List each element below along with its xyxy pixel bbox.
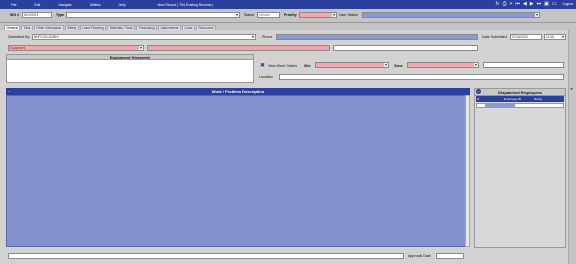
tab-bar: General Task Other Information Safety La… bbox=[0, 23, 576, 30]
menu-utilities[interactable]: Utilities bbox=[90, 3, 101, 7]
approval-date-field[interactable] bbox=[436, 253, 464, 259]
table-row[interactable] bbox=[476, 103, 564, 108]
menu-file[interactable]: File bbox=[11, 3, 16, 7]
view-work-orders-button[interactable]: View Work Orders bbox=[268, 64, 297, 68]
dispatched-employees-panel bbox=[474, 88, 566, 248]
last-record-icon[interactable]: ⏭ bbox=[537, 1, 542, 8]
delete-icon[interactable]: ✖ bbox=[477, 97, 480, 101]
first-record-icon[interactable]: ⏮ bbox=[515, 1, 520, 8]
date-submitted-field[interactable]: 07/16/2024 bbox=[510, 34, 542, 40]
approval-field[interactable] bbox=[8, 253, 404, 259]
zone-label: Zone bbox=[394, 64, 403, 68]
site-label: Site bbox=[304, 64, 311, 68]
status-field: Initiated bbox=[257, 12, 280, 18]
employee-id-column-header[interactable]: Employee ID bbox=[504, 97, 521, 101]
employee-id-cell[interactable] bbox=[485, 104, 515, 107]
wrench-icon[interactable]: ✖ bbox=[260, 62, 265, 69]
print-icon[interactable]: ⎙ bbox=[502, 1, 506, 8]
employees-table-header: ✖ Employee ID Name bbox=[476, 96, 564, 102]
next-record-icon[interactable]: ▶ bbox=[530, 1, 534, 8]
equipment-select[interactable]: Equipment bbox=[8, 45, 144, 51]
phone-field bbox=[276, 34, 478, 40]
logout-button[interactable]: Logout bbox=[563, 1, 573, 8]
prev-record-icon[interactable]: ◀ bbox=[523, 1, 527, 8]
status-label: Status bbox=[244, 13, 255, 17]
menu-bar: File Edit Navigate Utilities Help New Re… bbox=[0, 0, 576, 9]
header-bar: WO # WO19311 Type Status Initiated Prior… bbox=[0, 9, 576, 23]
menu-help[interactable]: Help bbox=[119, 3, 126, 7]
equipment-hierarchy-tree bbox=[6, 59, 254, 83]
user-status-select[interactable] bbox=[362, 12, 540, 18]
work-description-header: Work / Problem Description bbox=[6, 88, 470, 95]
dispatched-employees-header: Dispatched Employees bbox=[474, 88, 566, 96]
submitted-by-label: Submitted By bbox=[8, 35, 30, 39]
wo-label: WO # bbox=[10, 13, 20, 17]
expand-arrow-icon[interactable]: ◂ bbox=[570, 86, 573, 92]
priority-select[interactable] bbox=[299, 12, 337, 18]
equipment-extra-field[interactable] bbox=[333, 45, 478, 51]
collapse-icon[interactable]: − bbox=[7, 89, 12, 94]
wo-number-field[interactable]: WO19311 bbox=[22, 12, 52, 18]
refresh-icon[interactable]: ↻ bbox=[495, 1, 499, 8]
zone-description-field[interactable] bbox=[483, 62, 564, 68]
toolbar-icons: ↻ ⎙ + ⏮ ◀ ▶ ⏭ ▣ ▭ Logout bbox=[495, 1, 573, 8]
time-select[interactable]: 11:08 bbox=[544, 34, 566, 40]
record-status: New Record ( 754 Existing Records ) bbox=[157, 2, 214, 7]
add-icon[interactable]: + bbox=[509, 1, 512, 8]
submitted-by-select[interactable]: BHPCON ADMIN bbox=[32, 34, 256, 40]
user-status-label: User Status bbox=[339, 13, 358, 17]
location-label: Location bbox=[259, 75, 273, 79]
type-label: Type bbox=[56, 13, 65, 17]
approval-date-label: Approval Date bbox=[408, 254, 431, 258]
site-select[interactable] bbox=[315, 62, 389, 68]
save-icon[interactable]: ▣ bbox=[544, 1, 549, 8]
phone-label: Phone bbox=[262, 35, 273, 39]
work-description-textarea[interactable] bbox=[6, 95, 470, 247]
menu-navigate[interactable]: Navigate bbox=[58, 3, 71, 7]
location-field[interactable] bbox=[279, 74, 564, 80]
equipment-description-field[interactable] bbox=[147, 45, 330, 51]
type-select[interactable] bbox=[66, 12, 240, 18]
menu-edit[interactable]: Edit bbox=[34, 3, 40, 7]
date-submitted-label: Date Submitted bbox=[482, 35, 507, 39]
collapse-employees-icon[interactable]: − bbox=[476, 89, 481, 94]
right-side-panel: ◂ bbox=[568, 30, 576, 264]
name-column-header[interactable]: Name bbox=[534, 97, 542, 101]
screen-icon[interactable]: ▭ bbox=[552, 1, 557, 8]
zone-select[interactable] bbox=[407, 62, 479, 68]
priority-label: Priority bbox=[284, 13, 297, 17]
work-description-scrollbar[interactable] bbox=[465, 95, 470, 247]
